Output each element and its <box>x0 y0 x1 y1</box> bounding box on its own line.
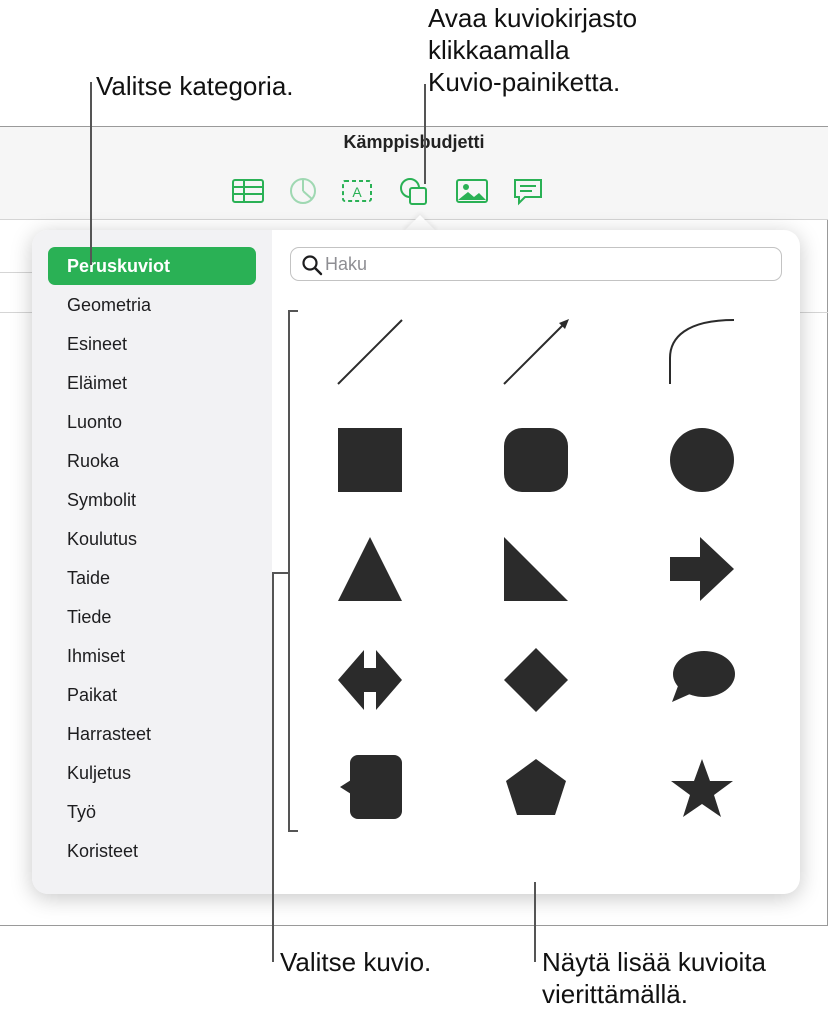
arrow-line-shape[interactable] <box>500 318 590 408</box>
arrow-shape[interactable] <box>666 537 756 627</box>
double-arrow-shape[interactable] <box>334 648 424 738</box>
category-item[interactable]: Koulutus <box>48 520 256 558</box>
category-item[interactable]: Kuljetus <box>48 754 256 792</box>
shape-library-popover: Peruskuviot Geometria Esineet Eläimet Lu… <box>32 230 800 894</box>
callout-line <box>534 882 536 962</box>
callout-line <box>272 572 274 962</box>
category-sidebar: Peruskuviot Geometria Esineet Eläimet Lu… <box>32 230 272 894</box>
category-item[interactable]: Ihmiset <box>48 637 256 675</box>
svg-text:A: A <box>352 184 362 200</box>
rounded-square-shape[interactable] <box>500 428 590 518</box>
callout-bracket <box>288 310 290 832</box>
pentagon-shape[interactable] <box>500 755 590 845</box>
search-icon <box>302 255 323 276</box>
category-item[interactable]: Ruoka <box>48 442 256 480</box>
callout-line <box>424 84 426 184</box>
chart-icon[interactable] <box>286 175 320 207</box>
category-item[interactable]: Symbolit <box>48 481 256 519</box>
category-item[interactable]: Taide <box>48 559 256 597</box>
callout-choose-shape: Valitse kuvio. <box>280 947 432 977</box>
callout-bracket <box>288 830 298 832</box>
diamond-shape[interactable] <box>500 648 590 738</box>
callout-choose-category: Valitse kategoria. <box>96 71 294 101</box>
callout-bracket <box>288 310 298 312</box>
callout-square-shape[interactable] <box>334 755 424 845</box>
triangle-shape[interactable] <box>334 537 424 627</box>
category-item[interactable]: Geometria <box>48 286 256 324</box>
media-icon[interactable] <box>455 175 489 207</box>
callout-open-library: Avaa kuviokirjasto klikkaamalla Kuvio-pa… <box>428 3 638 97</box>
callout-line <box>90 82 92 265</box>
speech-bubble-shape[interactable] <box>666 648 756 738</box>
category-item[interactable]: Koristeet <box>48 832 256 870</box>
category-item[interactable]: Luonto <box>48 403 256 441</box>
category-item[interactable]: Tiede <box>48 598 256 636</box>
square-shape[interactable] <box>334 428 424 518</box>
callout-line <box>272 572 289 574</box>
search-field[interactable]: Haku <box>290 247 782 281</box>
category-item[interactable]: Paikat <box>48 676 256 714</box>
category-item[interactable]: Työ <box>48 793 256 831</box>
document-title: Kämppisbudjetti <box>343 132 485 152</box>
circle-shape[interactable] <box>666 428 756 518</box>
table-icon[interactable] <box>231 175 265 207</box>
line-shape[interactable] <box>334 318 424 408</box>
callout-scroll-more: Näytä lisää kuvioita vierittämällä. <box>542 947 766 1009</box>
curve-shape[interactable] <box>666 318 756 408</box>
category-item[interactable]: Eläimet <box>48 364 256 402</box>
comment-icon[interactable] <box>511 175 545 207</box>
star-shape[interactable] <box>666 755 756 845</box>
search-placeholder: Haku <box>325 254 368 274</box>
category-item[interactable]: Esineet <box>48 325 256 363</box>
right-triangle-shape[interactable] <box>500 537 590 627</box>
category-item[interactable]: Harrasteet <box>48 715 256 753</box>
category-item[interactable]: Peruskuviot <box>48 247 256 285</box>
text-icon[interactable]: A <box>340 175 374 207</box>
